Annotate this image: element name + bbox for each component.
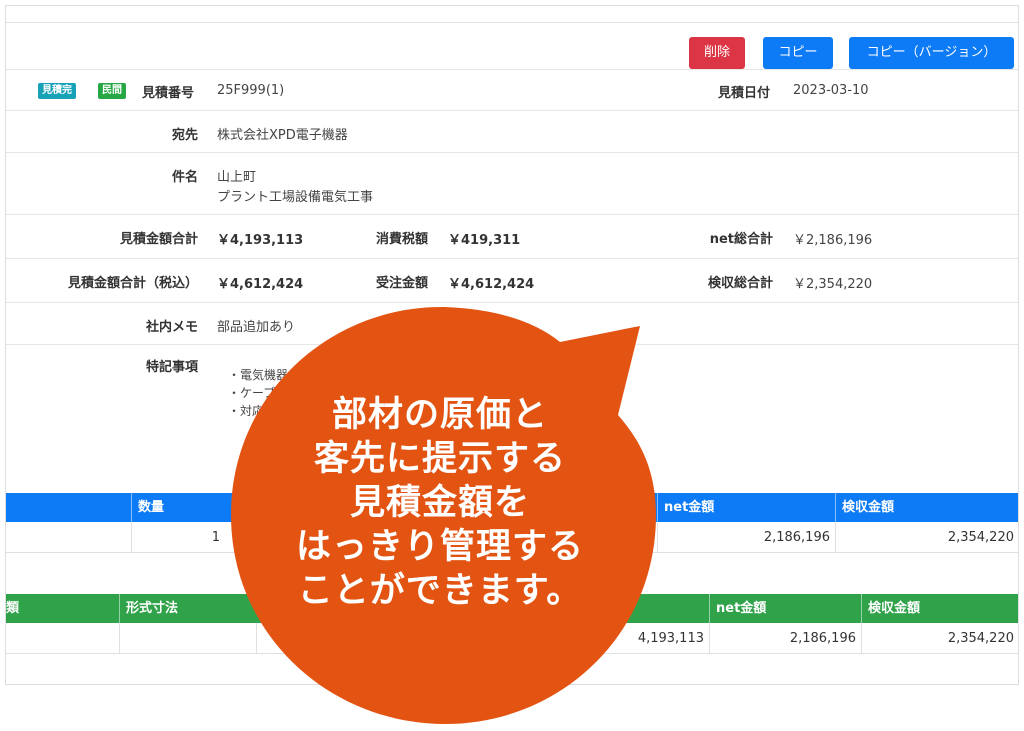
inspection-cell: 2,354,220 — [947, 530, 1014, 545]
net-cell: 2,186,196 — [789, 631, 856, 646]
tax-value: ￥419,311 — [448, 233, 521, 248]
callout-line: ことができます。 — [297, 571, 583, 611]
inspection-total-label: 検収総合計 — [707, 276, 773, 291]
divider — [6, 302, 1018, 303]
column-header-net[interactable]: net金額 — [710, 594, 766, 623]
column-header-type[interactable]: 類 — [6, 594, 19, 623]
estimate-date-label: 見積日付 — [718, 86, 771, 101]
order-amount-label: 受注金額 — [375, 276, 428, 291]
amount-cell: 4,193,113 — [637, 631, 704, 646]
memo-value: 部品追加あり — [217, 320, 296, 335]
copy-button[interactable]: コピー — [763, 37, 833, 69]
net-total-value: ￥2,186,196 — [793, 233, 873, 248]
top-divider — [6, 22, 1018, 23]
sector-badge: 民間 — [98, 83, 126, 99]
cell-divider — [119, 623, 120, 653]
net-total-label: net総合計 — [709, 232, 773, 247]
total-incl-tax-value: ￥4,612,424 — [217, 277, 304, 292]
recipient-value: 株式会社XPD電子機器 — [217, 128, 348, 143]
callout-text: 部材の原価と 客先に提示する 見積金額を はっきり管理する ことができます。 — [258, 393, 622, 613]
net-cell: 2,186,196 — [763, 530, 830, 545]
inspection-cell: 2,354,220 — [947, 631, 1014, 646]
divider — [6, 152, 1018, 153]
subject-line-2: プラント工場設備電気工事 — [217, 190, 374, 205]
column-header-net[interactable]: net金額 — [658, 493, 714, 522]
copy-version-button[interactable]: コピー（バージョン） — [849, 37, 1014, 69]
recipient-label: 宛先 — [171, 128, 198, 143]
divider — [6, 258, 1018, 259]
column-header-qty[interactable]: 数量 — [132, 493, 164, 522]
divider — [6, 214, 1018, 215]
estimate-no-value: 25F999(1) — [217, 83, 285, 98]
divider — [6, 69, 1018, 70]
tax-label: 消費税額 — [375, 232, 428, 247]
callout-line: 部材の原価と — [331, 395, 548, 435]
column-header-spec[interactable]: 形式寸法 — [120, 594, 178, 623]
subject-label: 件名 — [171, 170, 198, 185]
memo-label: 社内メモ — [145, 320, 198, 335]
subject-line-1: 山上町 — [217, 170, 257, 185]
table-row[interactable]: 4,193,113 2,186,196 2,354,220 — [6, 623, 1018, 654]
inspection-total-value: ￥2,354,220 — [793, 277, 873, 292]
notes-label: 特記事項 — [145, 360, 198, 375]
order-amount-value: ￥4,612,424 — [448, 277, 535, 292]
column-header-inspection[interactable]: 検収金額 — [862, 594, 920, 623]
status-badge: 見積完 — [38, 83, 76, 99]
callout-line: 客先に提示する — [313, 439, 566, 479]
total-value: ￥4,193,113 — [217, 233, 304, 248]
estimate-date-value: 2023-03-10 — [793, 83, 869, 98]
column-header-inspection[interactable]: 検収金額 — [836, 493, 894, 522]
callout-line: はっきり管理する — [295, 527, 584, 567]
total-incl-tax-label: 見積金額合計（税込） — [67, 276, 198, 291]
total-label: 見積金額合計 — [119, 232, 198, 247]
delete-button[interactable]: 削除 — [689, 37, 745, 69]
cell-divider — [256, 623, 257, 653]
estimate-no-label: 見積番号 — [142, 86, 195, 101]
notes-line-1: ・電気機器 — [228, 368, 289, 382]
callout-line: 見積金額を — [349, 483, 530, 523]
divider — [6, 344, 1018, 345]
qty-cell: 1 — [211, 530, 220, 545]
divider — [6, 110, 1018, 111]
